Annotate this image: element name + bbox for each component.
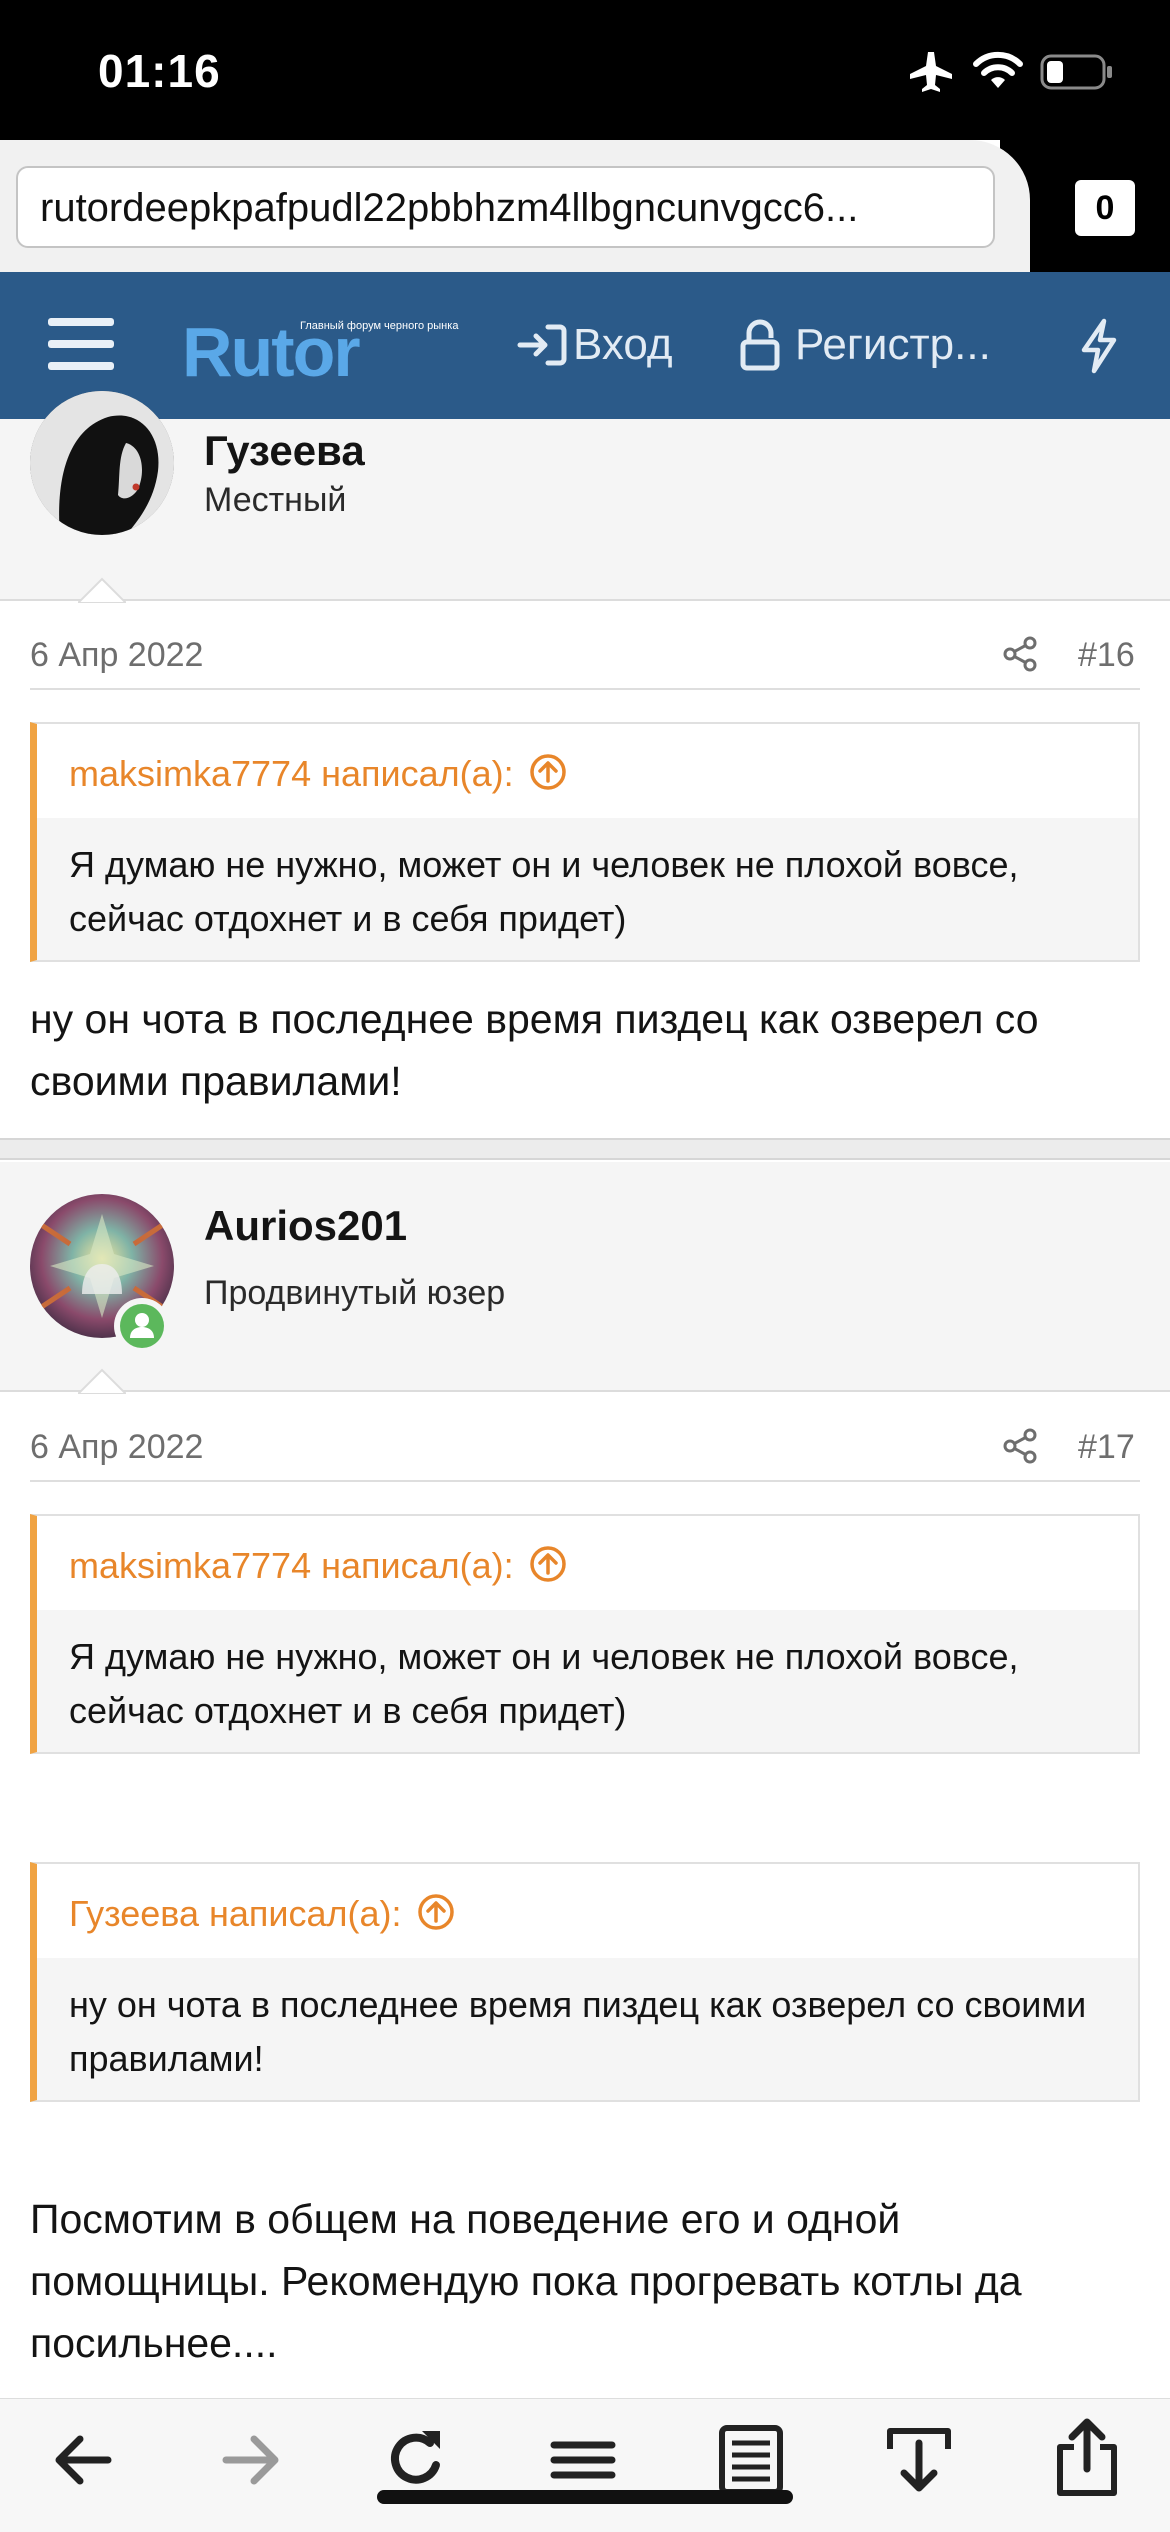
bolt-icon[interactable] [1078,318,1120,374]
home-indicator[interactable] [377,2490,793,2504]
reader-icon[interactable] [716,2425,786,2495]
site-nav: Rutor Главный форум черного рынка Вход Р… [0,272,1170,419]
divider [30,1480,1140,1482]
battery-icon [1040,54,1112,90]
quote-text: ну он чота в последнее время пиздец как … [69,1984,1087,2079]
login-link[interactable]: Вход [573,320,673,370]
quote-author[interactable]: Гузеева написал(а): [69,1893,402,1934]
register-link[interactable]: Регистр... [795,320,991,370]
post-separator [0,1138,1170,1160]
sign-in-icon [517,324,567,366]
online-badge [114,1298,170,1354]
status-time: 01:16 [98,45,221,97]
quote-header[interactable]: maksimka7774 написал(а): [37,1516,1138,1610]
post-arrow [78,1368,126,1394]
status-bar: 01:16 [0,0,1170,140]
post-date[interactable]: 6 Апр 2022 [30,636,203,675]
post-author[interactable]: Aurios201 [204,1202,407,1250]
forward-icon[interactable] [216,2425,286,2495]
reload-icon[interactable] [382,2425,452,2495]
quote-block: Гузеева написал(а): ну он чота в последн… [30,1862,1140,2102]
divider [30,688,1140,690]
post-user-bar: Гузеева Местный [0,391,1170,603]
quote-text: Я думаю не нужно, может он и человек не … [69,1636,1019,1731]
tab-count-button[interactable]: 0 [1075,180,1135,236]
user-icon [130,1313,154,1338]
quote-header[interactable]: Гузеева написал(а): [37,1864,1138,1958]
arrow-up-circle-icon[interactable] [528,1544,568,1584]
menu-icon[interactable] [48,318,114,372]
quote-author[interactable]: maksimka7774 написал(а): [69,753,514,794]
post-number[interactable]: #16 [1078,636,1135,675]
site-logo[interactable]: Rutor Главный форум черного рынка [182,308,472,391]
download-icon[interactable] [884,2425,954,2495]
arrow-up-circle-icon[interactable] [528,752,568,792]
post-date[interactable]: 6 Апр 2022 [30,1428,203,1467]
share-icon[interactable] [1002,636,1038,672]
quote-header[interactable]: maksimka7774 написал(а): [37,724,1138,818]
quote-block: maksimka7774 написал(а): Я думаю не нужн… [30,722,1140,962]
quote-block: maksimka7774 написал(а): Я думаю не нужн… [30,1514,1140,1754]
post-body: ну он чота в последнее время пиздец как … [30,996,1039,1104]
menu-lines-icon[interactable] [548,2425,618,2495]
avatar[interactable] [30,391,174,535]
quote-author[interactable]: maksimka7774 написал(а): [69,1545,514,1586]
airplane-icon [910,52,952,92]
user-title: Местный [204,481,347,519]
post-number[interactable]: #17 [1078,1428,1135,1467]
back-icon[interactable] [48,2425,118,2495]
share-icon[interactable] [1002,1428,1038,1464]
post-user-bar: Aurios201 Продвинутый юзер [0,1162,1170,1394]
post-body: Посмотим в общем на поведение его и одно… [30,2196,1022,2366]
url-field[interactable]: rutordeepkpafpudl22pbbhzm4llbgncunvgcc6.… [16,166,995,248]
arrow-up-circle-icon[interactable] [416,1892,456,1932]
post-arrow [78,577,126,603]
share-out-icon[interactable] [1052,2417,1122,2497]
wifi-icon [973,51,1023,88]
quote-text: Я думаю не нужно, может он и человек не … [69,844,1019,939]
post-author[interactable]: Гузеева [204,427,365,475]
lock-icon [740,319,780,371]
browser-toolbar [0,2398,1170,2532]
user-title: Продвинутый юзер [204,1274,506,1312]
logo-tagline: Главный форум черного рынка [300,320,459,332]
